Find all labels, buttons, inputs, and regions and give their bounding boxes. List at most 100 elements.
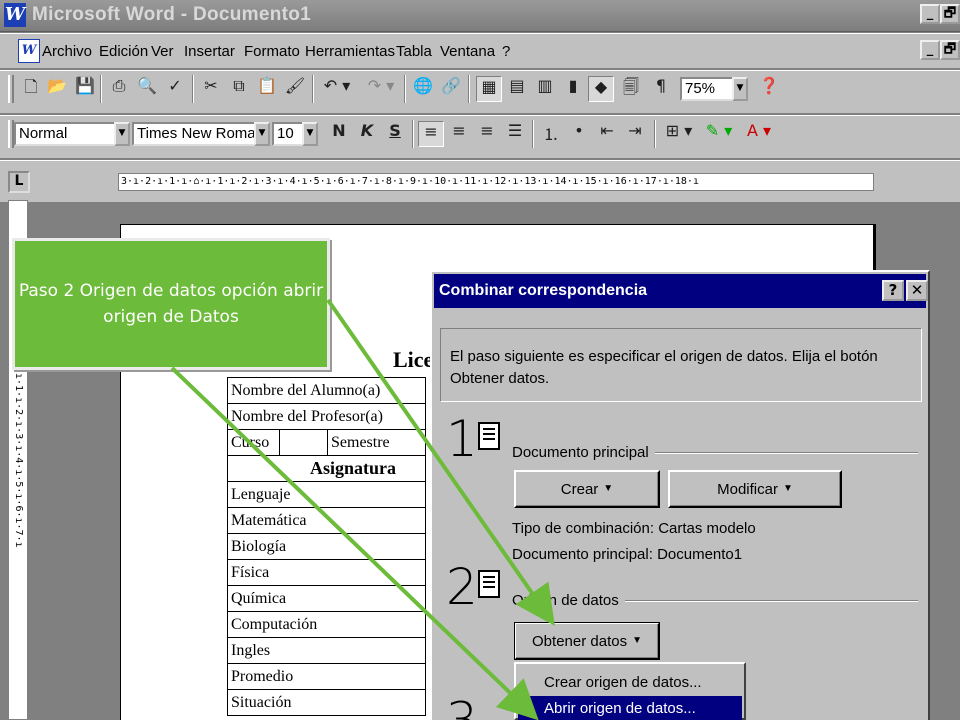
font-dropdown-arrow[interactable]: ▼ (254, 122, 270, 146)
zoom-dropdown-arrow[interactable]: ▼ (732, 77, 748, 101)
style-dropdown-arrow[interactable]: ▼ (114, 122, 130, 146)
restore-button[interactable]: 🗗 (940, 4, 960, 24)
annotation-callout: Paso 2 Origen de datos opción abrir orig… (12, 238, 330, 370)
create-data-source-item[interactable]: Crear origen de datos... (518, 670, 742, 696)
dialog-titlebar: Combinar correspondencia ? ✕ (434, 274, 928, 308)
dialog-title: Combinar correspondencia (439, 282, 648, 299)
table-cell[interactable]: Situación (227, 689, 426, 716)
style-combo[interactable]: Normal (14, 122, 118, 146)
table-cell[interactable]: Nombre del Alumno(a) (227, 377, 426, 404)
print-icon[interactable]: ⎙ (106, 76, 132, 102)
borders-icon[interactable]: ⊞ ▾ (660, 121, 698, 147)
modify-button[interactable]: Modificar ▼ (668, 470, 842, 508)
separator (192, 75, 194, 103)
drawing-icon[interactable]: ◆ (588, 76, 614, 102)
menu-tabla[interactable]: Tabla (396, 43, 432, 60)
separator (312, 75, 314, 103)
insert-excel-icon[interactable]: ▥ (532, 76, 558, 102)
separator (654, 120, 656, 148)
font-size-dropdown-arrow[interactable]: ▼ (302, 122, 318, 146)
separator (404, 75, 406, 103)
align-left-icon[interactable]: ≡ (418, 121, 444, 147)
table-cell[interactable]: Curso (227, 429, 280, 456)
insert-table-icon[interactable]: ▤ (504, 76, 530, 102)
underline-button[interactable]: S (382, 121, 408, 147)
font-size-combo[interactable]: 10 (272, 122, 304, 146)
open-data-source-item[interactable]: Abrir origen de datos... (518, 696, 742, 720)
web-toolbar-icon[interactable]: 🌐 (410, 76, 436, 102)
bullets-icon[interactable]: • (566, 121, 592, 147)
italic-button[interactable]: K (354, 121, 380, 147)
table-cell[interactable]: Ingles (227, 637, 426, 664)
doc-restore-button[interactable]: 🗗 (940, 40, 960, 60)
new-document-icon[interactable]: 🗋 (18, 76, 44, 102)
columns-icon[interactable]: ▮ (560, 76, 586, 102)
step-3-number: 3 (446, 692, 478, 720)
redo-icon[interactable]: ↷ ▾ (362, 76, 400, 102)
tables-borders-icon[interactable]: ▦ (476, 76, 502, 102)
table-cell[interactable]: Nombre del Profesor(a) (227, 403, 426, 430)
main-document-label: Documento principal (512, 444, 655, 461)
doc-minimize-button[interactable]: _ (920, 40, 940, 60)
table-cell[interactable]: Semestre (327, 429, 426, 456)
close-icon[interactable]: ✕ (906, 280, 928, 301)
copy-icon[interactable]: ⧉ (226, 76, 252, 102)
save-icon[interactable]: 💾 (72, 76, 98, 102)
data-source-icon (478, 570, 500, 598)
table-cell[interactable]: Matemática (227, 507, 426, 534)
hyperlink-icon[interactable]: 🔗 (438, 76, 464, 102)
spelling-icon[interactable]: ✓ (162, 76, 188, 102)
print-preview-icon[interactable]: 🔍 (134, 76, 160, 102)
separator (468, 75, 470, 103)
menu-herramientas[interactable]: Herramientas (305, 43, 395, 60)
data-source-label: Origen de datos (512, 592, 625, 609)
window-titlebar: W Microsoft Word - Documento1 _ 🗗 (0, 0, 960, 32)
open-folder-icon[interactable]: 📂 (44, 76, 70, 102)
justify-icon[interactable]: ☰ (502, 121, 528, 147)
menu-archivo[interactable]: Archivo (42, 43, 92, 60)
toolbar-grip[interactable] (8, 75, 14, 103)
table-cell[interactable]: Promedio (227, 663, 426, 690)
format-painter-icon[interactable]: 🖌 (282, 76, 308, 102)
align-center-icon[interactable]: ≡ (446, 121, 472, 147)
menu-formato[interactable]: Formato (244, 43, 300, 60)
table-cell[interactable]: Computación (227, 611, 426, 638)
decrease-indent-icon[interactable]: ⇤ (594, 121, 620, 147)
numbering-icon[interactable]: ⒈ (538, 121, 564, 147)
paste-icon[interactable]: 📋 (254, 76, 280, 102)
table-cell[interactable]: Biología (227, 533, 426, 560)
align-right-icon[interactable]: ≡ (474, 121, 500, 147)
cut-icon[interactable]: ✂ (198, 76, 224, 102)
document-icon[interactable]: W (18, 39, 40, 63)
bold-button[interactable]: N (326, 121, 352, 147)
table-cell[interactable]: Física (227, 559, 426, 586)
ruler-bar: L 3·ı·2·ı·1·ı·⌂·ı·1·ı·2·ı·3·ı·4·ı·5·ı·6·… (0, 160, 960, 202)
increase-indent-icon[interactable]: ⇥ (622, 121, 648, 147)
horizontal-ruler[interactable]: 3·ı·2·ı·1·ı·⌂·ı·1·ı·2·ı·3·ı·4·ı·5·ı·6·ı·… (118, 173, 874, 191)
menu-help[interactable]: ? (502, 43, 510, 60)
menu-insertar[interactable]: Insertar (184, 43, 235, 60)
undo-icon[interactable]: ↶ ▾ (318, 76, 356, 102)
office-assistant-icon[interactable]: ❓ (756, 76, 782, 102)
table-cell[interactable]: Química (227, 585, 426, 612)
minimize-button[interactable]: _ (920, 4, 940, 24)
zoom-combo[interactable]: 75% (680, 77, 736, 101)
standard-toolbar: 🗋 📂 💾 ⎙ 🔍 ✓ ✂ ⧉ 📋 🖌 ↶ ▾ ↷ ▾ 🌐 🔗 ▦ ▤ ▥ ▮ … (0, 70, 960, 114)
show-hide-pilcrow-icon[interactable]: ¶ (648, 76, 674, 102)
menu-ventana[interactable]: Ventana (440, 43, 495, 60)
get-data-button[interactable]: Obtener datos ▼ (514, 622, 660, 660)
window-title: Microsoft Word - Documento1 (32, 4, 312, 25)
create-button[interactable]: Crear ▼ (514, 470, 660, 508)
table-cell[interactable]: Asignatura (227, 455, 426, 482)
word-app-icon[interactable]: W (4, 3, 26, 27)
menu-edicion[interactable]: Edición (99, 43, 148, 60)
tab-selector-icon[interactable]: L (8, 171, 30, 193)
help-button[interactable]: ? (882, 280, 904, 301)
highlight-icon[interactable]: ✎ ▾ (700, 121, 738, 147)
font-color-icon[interactable]: A ▾ (740, 121, 778, 147)
menu-ver[interactable]: Ver (151, 43, 174, 60)
document-map-icon[interactable]: 🗐 (618, 76, 644, 102)
font-combo[interactable]: Times New Roman (132, 122, 256, 146)
grades-table: Nombre del Alumno(a) Nombre del Profesor… (227, 377, 426, 716)
table-cell[interactable]: Lenguaje (227, 481, 426, 508)
